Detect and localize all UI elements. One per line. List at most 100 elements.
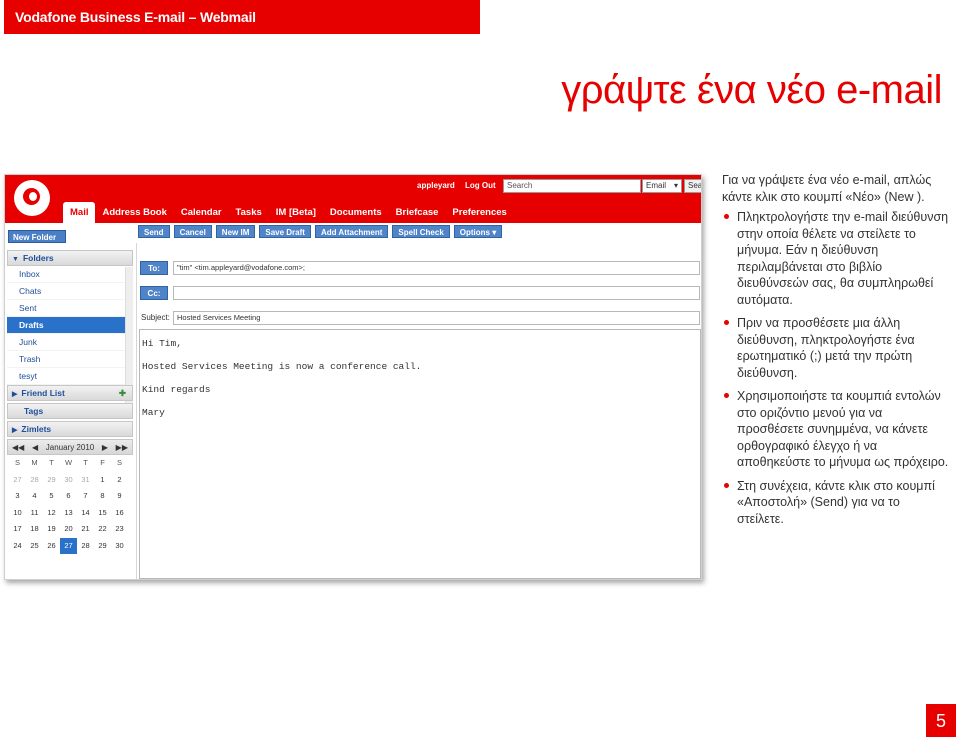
calendar-day[interactable]: 16 <box>111 505 128 522</box>
sidebar-item-drafts[interactable]: Drafts <box>7 317 133 334</box>
calendar-day[interactable]: 23 <box>111 521 128 538</box>
options-label: Options <box>459 228 490 237</box>
calendar-day[interactable]: 27 <box>9 472 26 489</box>
calendar-day[interactable]: 1 <box>94 472 111 489</box>
top-links: appleyard Log Out <box>417 181 504 190</box>
compose-area: To: "tim" <tim.appleyard@vodafone.com>; … <box>136 243 701 579</box>
calendar-day[interactable]: 29 <box>43 472 60 489</box>
next-month-icon[interactable]: ▶ <box>102 443 108 452</box>
calendar-day[interactable]: 20 <box>60 521 77 538</box>
zimlets-label: Zimlets <box>21 424 52 434</box>
calendar-grid: S M T W T F S 27 28 29 30 31 1 2 3 4 5 6 7 8 9 10 11 12 13 14 15 16… <box>7 455 133 554</box>
spell-check-button[interactable]: Spell Check <box>392 225 450 238</box>
calendar-day[interactable]: 9 <box>111 488 128 505</box>
folders-header[interactable]: ▼ Folders <box>7 250 133 266</box>
calendar-day[interactable]: 10 <box>9 505 26 522</box>
calendar-header: ◀◀ ◀ January 2010 ▶ ▶▶ <box>7 439 133 455</box>
sidebar-item-trash[interactable]: Trash <box>7 351 133 368</box>
cc-button[interactable]: Cc: <box>140 286 168 300</box>
calendar-weekday: S <box>14 458 20 467</box>
calendar-day[interactable]: 18 <box>26 521 43 538</box>
calendar-month: January 2010 <box>45 442 95 452</box>
calendar-day[interactable]: 28 <box>77 538 94 555</box>
tab-tasks[interactable]: Tasks <box>229 202 269 223</box>
webmail-screenshot: appleyard Log Out Search Email Sea Mail … <box>4 174 702 580</box>
body-line: Hosted Services Meeting is now a confere… <box>142 361 422 372</box>
calendar-day[interactable]: 6 <box>60 488 77 505</box>
calendar-day[interactable]: 12 <box>43 505 60 522</box>
options-button[interactable]: Options ▾ <box>453 225 503 238</box>
calendar-day[interactable]: 4 <box>26 488 43 505</box>
add-friend-icon[interactable]: ✚ <box>119 386 126 400</box>
add-attachment-button[interactable]: Add Attachment <box>314 225 389 238</box>
calendar-weekday: S <box>116 458 122 467</box>
logout-link[interactable]: Log Out <box>465 181 496 190</box>
calendar-day[interactable]: 5 <box>43 488 60 505</box>
send-button[interactable]: Send <box>138 225 170 238</box>
search-type-select[interactable]: Email <box>642 179 682 193</box>
folders-header-label: Folders <box>22 253 54 263</box>
subject-field[interactable]: Hosted Services Meeting <box>173 311 700 325</box>
sidebar-item-tesyt[interactable]: tesyt <box>7 368 133 385</box>
save-draft-button[interactable]: Save Draft <box>259 225 311 238</box>
search-button[interactable]: Sea <box>684 179 701 193</box>
sidebar-item-sent[interactable]: Sent <box>7 300 133 317</box>
prev-year-icon[interactable]: ◀◀ <box>12 443 24 452</box>
calendar-day[interactable]: 31 <box>77 472 94 489</box>
calendar-day[interactable]: 28 <box>26 472 43 489</box>
prev-month-icon[interactable]: ◀ <box>32 443 38 452</box>
calendar-day[interactable]: 22 <box>94 521 111 538</box>
calendar-day[interactable]: 7 <box>77 488 94 505</box>
calendar-day[interactable]: 14 <box>77 505 94 522</box>
body-line: Kind regards <box>142 384 211 395</box>
username-link[interactable]: appleyard <box>417 181 455 190</box>
instruction-item: Πληκτρολογήστε την e-mail διεύθυνση στην… <box>722 209 950 308</box>
calendar-day[interactable]: 27 <box>60 537 77 554</box>
collapse-triangle-icon: ▼ <box>12 256 19 263</box>
calendar-day[interactable]: 15 <box>94 505 111 522</box>
tab-im[interactable]: IM [Beta] <box>269 202 323 223</box>
new-im-button[interactable]: New IM <box>215 225 256 238</box>
sidebar-item-inbox[interactable]: Inbox <box>7 266 133 283</box>
calendar-day[interactable]: 13 <box>60 505 77 522</box>
to-button[interactable]: To: <box>140 261 168 275</box>
calendar-day[interactable]: 30 <box>60 472 77 489</box>
tab-address-book[interactable]: Address Book <box>95 202 173 223</box>
cc-field[interactable] <box>173 286 700 300</box>
tab-documents[interactable]: Documents <box>323 202 389 223</box>
body-line: Mary <box>142 407 165 418</box>
sidebar-item-chats[interactable]: Chats <box>7 283 133 300</box>
calendar-day[interactable]: 26 <box>43 538 60 555</box>
tags-header[interactable]: Tags <box>7 403 133 419</box>
sidebar-item-junk[interactable]: Junk <box>7 334 133 351</box>
search-input[interactable]: Search <box>503 179 641 193</box>
tab-briefcase[interactable]: Briefcase <box>389 202 446 223</box>
calendar-day[interactable]: 19 <box>43 521 60 538</box>
friend-list-header[interactable]: ▶ Friend List ✚ <box>7 385 133 401</box>
tab-preferences[interactable]: Preferences <box>445 202 513 223</box>
calendar-day[interactable]: 8 <box>94 488 111 505</box>
calendar-day[interactable]: 21 <box>77 521 94 538</box>
tab-mail[interactable]: Mail <box>63 202 96 223</box>
instructions: Για να γράψετε ένα νέο e-mail, απλώς κάν… <box>722 172 950 534</box>
calendar-day[interactable]: 17 <box>9 521 26 538</box>
zimlets-header[interactable]: ▶ Zimlets <box>7 421 133 437</box>
instruction-item: Χρησιμοποιήστε τα κουμπιά εντολών στο ορ… <box>722 388 950 471</box>
calendar-day[interactable]: 11 <box>26 505 43 522</box>
tab-calendar[interactable]: Calendar <box>174 202 229 223</box>
calendar-day[interactable]: 29 <box>94 538 111 555</box>
cancel-button[interactable]: Cancel <box>173 225 212 238</box>
next-year-icon[interactable]: ▶▶ <box>116 443 128 452</box>
calendar-weekday: M <box>31 458 38 467</box>
calendar-day[interactable]: 2 <box>111 472 128 489</box>
new-folder-button[interactable]: New Folder <box>8 230 66 243</box>
subject-label: Subject: <box>141 313 170 322</box>
message-body[interactable]: Hi Tim, Hosted Services Meeting is now a… <box>139 329 701 579</box>
vodafone-logo-icon <box>14 180 50 216</box>
calendar-day[interactable]: 30 <box>111 538 128 555</box>
calendar-day[interactable]: 25 <box>26 538 43 555</box>
mini-calendar: ◀◀ ◀ January 2010 ▶ ▶▶ S M T W T F S 27 28 29 30 31… <box>7 439 133 554</box>
calendar-day[interactable]: 3 <box>9 488 26 505</box>
calendar-day[interactable]: 24 <box>9 538 26 555</box>
to-field[interactable]: "tim" <tim.appleyard@vodafone.com>; <box>173 261 700 275</box>
